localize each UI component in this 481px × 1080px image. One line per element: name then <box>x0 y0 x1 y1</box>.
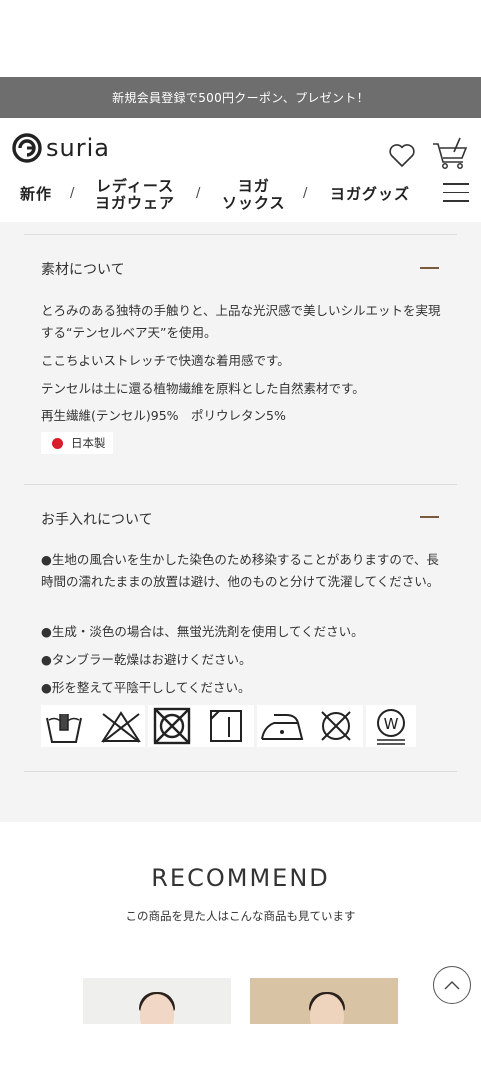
cart-icon[interactable] <box>432 136 470 170</box>
coupon-banner[interactable]: 新規会員登録で500円クーポン、プレゼント！ <box>0 77 481 118</box>
hand-wash-icon <box>46 711 141 743</box>
care-accordion-title[interactable]: お手入れについて <box>41 509 153 529</box>
chevron-up-icon <box>444 981 460 990</box>
material-text: テンセルは土に還る植物繊維を原料とした自然素材です。 <box>41 381 365 396</box>
material-accordion-title[interactable]: 素材について <box>41 259 125 279</box>
scroll-to-top-button[interactable] <box>433 966 471 1004</box>
low-iron-icon <box>261 711 351 741</box>
made-in-japan-badge: 日本製 <box>41 432 113 454</box>
care-text: ●タンブラー乾燥はお避けください。 <box>41 652 252 667</box>
care-symbol-group: W <box>366 705 416 747</box>
care-symbol-group <box>257 705 363 747</box>
japan-flag-icon <box>52 437 63 449</box>
logo[interactable]: suria <box>12 131 110 165</box>
bottom-bar <box>0 1024 481 1080</box>
logo-text: suria <box>46 134 110 162</box>
care-symbol-group <box>41 705 145 747</box>
material-composition: 再生繊維(テンセル)95% ポリウレタン5% <box>41 408 286 423</box>
nav-label: ヨガウェア <box>95 194 176 212</box>
divider <box>24 484 457 485</box>
care-text: ●生成・淡色の場合は、無蛍光洗剤を使用してください。 <box>41 624 364 639</box>
recommend-heading: RECOMMEND <box>151 864 330 892</box>
nav-new-arrivals[interactable]: 新作 <box>20 186 52 203</box>
divider <box>24 771 457 772</box>
recommend-subtitle: この商品を見た人はこんな商品も見ています <box>125 909 356 923</box>
origin-label: 日本製 <box>71 436 106 450</box>
care-text: ●生地の風合いを生かした染色のため移染することがありますので、長時間の濡れたまま… <box>41 552 440 589</box>
care-symbol-group <box>148 705 254 747</box>
care-symbols: W <box>41 705 419 747</box>
nav-label: ヨガ <box>237 177 270 195</box>
nav-ladies-yogawear[interactable]: レディース ヨガウェア <box>95 178 175 212</box>
main-nav: 新作 / レディース ヨガウェア / ヨガ ソックス / ヨガグッズ <box>0 174 481 216</box>
nav-separator: / <box>196 186 201 201</box>
collapse-icon[interactable] <box>420 267 439 269</box>
care-text: ●形を整えて平陰干ししてください。 <box>41 680 251 695</box>
logo-mark-icon <box>12 133 42 163</box>
collapse-icon[interactable] <box>420 516 439 518</box>
nav-label: レディース <box>95 177 175 195</box>
material-text: ここちよいストレッチで快適な着用感です。 <box>41 353 290 368</box>
nav-separator: / <box>303 186 308 201</box>
no-tumble-dry-icon <box>153 707 242 745</box>
recommend-product-card[interactable] <box>250 978 398 1024</box>
nav-label: 新作 <box>20 185 53 203</box>
nav-label: ヨガグッズ <box>330 185 411 203</box>
hamburger-menu-icon[interactable] <box>443 183 469 203</box>
recommend-product-card[interactable] <box>83 978 231 1024</box>
divider <box>24 234 457 235</box>
nav-yoga-goods[interactable]: ヨガグッズ <box>330 186 410 203</box>
nav-yoga-socks[interactable]: ヨガ ソックス <box>222 178 286 212</box>
nav-separator: / <box>70 186 75 201</box>
svg-text:W: W <box>384 715 399 733</box>
material-text: とろみのある独特の手触りと、上品な光沢感で美しいシルエットを実現する“テンセルベ… <box>41 303 441 340</box>
site-header: suria 新作 / レディース ヨガウェア / ヨガ ソックス / ヨガグッズ <box>0 118 481 222</box>
wet-clean-icon: W <box>377 709 405 745</box>
nav-label: ソックス <box>222 194 286 212</box>
no-dry-clean-icon <box>321 711 351 741</box>
shade-flat-dry-icon <box>210 710 242 742</box>
no-bleach-icon <box>101 711 141 743</box>
heart-icon[interactable] <box>388 142 416 168</box>
